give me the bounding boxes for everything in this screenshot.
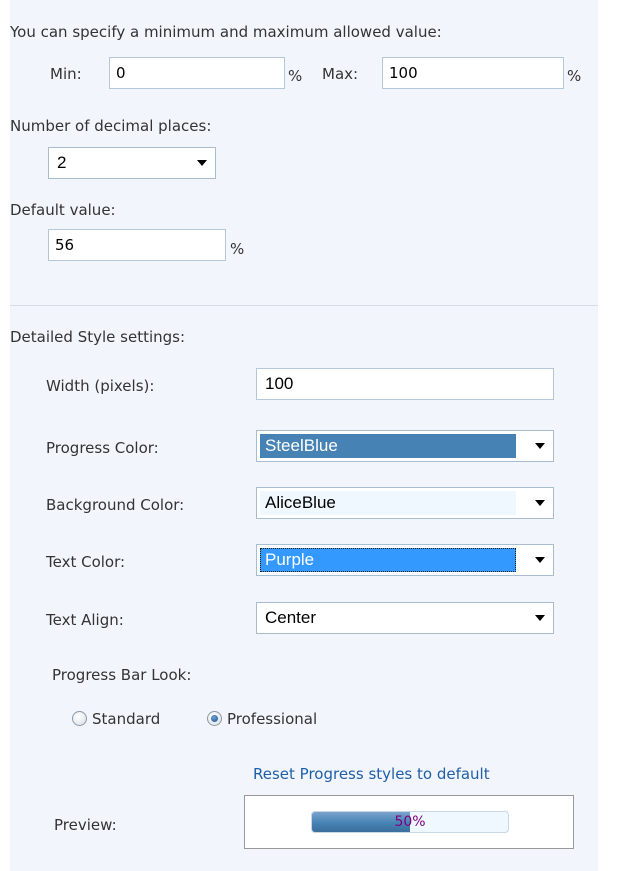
width-label: Width (pixels):	[46, 377, 155, 395]
max-unit: %	[567, 67, 582, 85]
look-label: Progress Bar Look:	[52, 666, 192, 684]
default-label: Default value:	[10, 201, 116, 219]
decimals-label: Number of decimal places:	[10, 117, 212, 135]
look-standard-radio[interactable]	[72, 711, 87, 726]
text-align-value: Center	[265, 608, 317, 627]
text-color-label: Text Color:	[46, 553, 126, 571]
preview-box: 50%	[244, 795, 574, 849]
settings-panel: You can specify a minimum and maximum al…	[10, 0, 598, 871]
text-align-select[interactable]: Center	[256, 602, 554, 634]
preview-progress-text: 50%	[394, 814, 426, 830]
text-color-select[interactable]: Purple	[256, 544, 554, 576]
min-unit: %	[288, 67, 303, 85]
section-divider	[10, 305, 598, 306]
look-professional-label[interactable]: Professional	[227, 709, 317, 729]
progress-color-select[interactable]: SteelBlue	[256, 430, 554, 462]
default-value-input[interactable]: 56	[48, 229, 226, 261]
default-unit: %	[230, 240, 245, 258]
background-color-label: Background Color:	[46, 496, 185, 514]
limits-intro: You can specify a minimum and maximum al…	[10, 23, 442, 41]
width-input[interactable]: 100	[256, 368, 554, 400]
background-color-value: AliceBlue	[260, 491, 516, 515]
progress-color-label: Progress Color:	[46, 439, 159, 457]
text-align-label: Text Align:	[46, 611, 124, 629]
background-color-select[interactable]: AliceBlue	[256, 487, 554, 519]
min-label: Min:	[50, 65, 82, 83]
text-color-value: Purple	[260, 548, 516, 572]
preview-progress-bar: 50%	[311, 811, 509, 833]
style-heading: Detailed Style settings:	[10, 328, 186, 346]
look-professional-radio[interactable]	[207, 711, 222, 726]
chevron-down-icon	[197, 160, 207, 166]
reset-styles-link[interactable]: Reset Progress styles to default	[253, 764, 490, 784]
max-label: Max:	[322, 65, 359, 83]
look-standard-label[interactable]: Standard	[92, 709, 160, 729]
chevron-down-icon	[535, 443, 545, 449]
min-input[interactable]: 0	[109, 57, 285, 89]
decimals-select-value: 2	[57, 153, 67, 172]
preview-label: Preview:	[54, 816, 117, 834]
chevron-down-icon	[535, 557, 545, 563]
progress-color-value: SteelBlue	[260, 434, 516, 458]
chevron-down-icon	[535, 615, 545, 621]
decimals-select[interactable]: 2	[48, 147, 216, 179]
chevron-down-icon	[535, 500, 545, 506]
max-input[interactable]: 100	[382, 57, 564, 89]
